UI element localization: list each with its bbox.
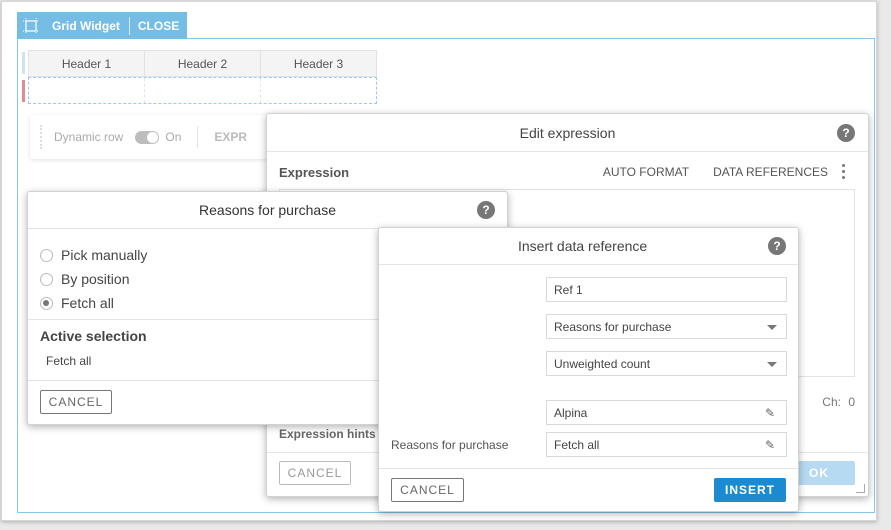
chevron-down-icon	[767, 362, 777, 367]
data-references-button[interactable]: DATA REFERENCES	[713, 165, 828, 179]
expr-button[interactable]: EXPR	[214, 130, 247, 144]
option-label: Pick manually	[61, 247, 148, 263]
cancel-button[interactable]: CANCEL	[279, 461, 351, 485]
expression-label: Expression	[279, 165, 350, 180]
grid-header-cell[interactable]: Header 1	[29, 51, 145, 76]
grid-header-cell[interactable]: Header 2	[145, 51, 261, 76]
drag-handle[interactable]	[40, 125, 42, 149]
active-selection-title: Active selection	[40, 328, 147, 344]
metric-select-value: Unweighted count	[554, 356, 651, 371]
widget-title: Grid Widget	[52, 18, 120, 33]
reference-name-input[interactable]: Ref 1	[546, 277, 787, 302]
char-counter-value: 0	[848, 395, 855, 409]
edit-expression-header: Edit expression ?	[267, 114, 868, 152]
insert-reference-header: Insert data reference ?	[379, 228, 798, 265]
filter-value: Fetch all	[554, 437, 600, 452]
expression-hints-label[interactable]: Expression hints	[279, 427, 376, 441]
tab-divider	[128, 16, 130, 35]
radio-button[interactable]	[40, 248, 53, 262]
option-label: Fetch all	[61, 295, 114, 311]
grid-cell[interactable]	[145, 78, 261, 103]
close-widget-button[interactable]: CLOSE	[138, 19, 179, 33]
grid-header-cell[interactable]: Header 3	[261, 51, 376, 76]
resize-handle[interactable]	[856, 484, 865, 493]
auto-format-button[interactable]: AUTO FORMAT	[603, 165, 689, 179]
help-icon[interactable]: ?	[477, 201, 495, 219]
insert-reference-title: Insert data reference	[518, 238, 648, 254]
help-icon[interactable]: ?	[768, 237, 786, 255]
filter-field[interactable]: Alpina ✎	[546, 400, 787, 425]
radio-button[interactable]	[40, 272, 53, 286]
char-counter: Ch: 0	[822, 395, 855, 409]
grid-dynamic-row[interactable]	[28, 77, 377, 104]
more-options-icon[interactable]	[842, 164, 846, 182]
toggle-state-label: On	[165, 130, 182, 144]
data-row-marker[interactable]	[22, 80, 25, 102]
toolbar-divider	[197, 126, 199, 148]
cancel-button[interactable]: CANCEL	[391, 478, 464, 502]
char-counter-label: Ch:	[822, 395, 841, 409]
app-canvas: Grid Widget CLOSE Header 1 Header 2 Head…	[0, 0, 891, 530]
pencil-icon[interactable]: ✎	[765, 438, 775, 452]
insert-button[interactable]: INSERT	[714, 478, 786, 502]
grid-table: Header 1 Header 2 Header 3	[28, 50, 377, 104]
header-row-marker	[22, 52, 25, 74]
radio-button-selected[interactable]	[40, 296, 53, 310]
grid-cell[interactable]	[261, 78, 376, 103]
filter-value: Alpina	[554, 405, 588, 420]
widget-tab: Grid Widget CLOSE	[17, 12, 187, 39]
pencil-icon[interactable]: ✎	[765, 406, 775, 420]
insert-reference-footer: CANCEL INSERT	[379, 468, 798, 511]
reasons-filter-field[interactable]: Fetch all ✎	[546, 432, 787, 457]
grid-header-row: Header 1 Header 2 Header 3	[28, 50, 377, 77]
dynamic-row-toggle[interactable]	[135, 130, 160, 144]
reasons-header: Reasons for purchase ?	[28, 192, 507, 229]
edit-expression-title: Edit expression	[519, 124, 616, 141]
filter-label: Reasons for purchase	[391, 438, 509, 452]
dynamic-row-label: Dynamic row	[54, 130, 124, 144]
variable-select[interactable]: Reasons for purchase	[546, 314, 787, 339]
grid-widget-icon	[19, 12, 43, 39]
metric-select[interactable]: Unweighted count	[546, 351, 787, 376]
insert-data-reference-dialog: Insert data reference ? Ref 1 Reasons fo…	[378, 227, 799, 512]
variable-select-value: Reasons for purchase	[554, 319, 672, 334]
reasons-title: Reasons for purchase	[199, 202, 336, 218]
help-icon[interactable]: ?	[837, 124, 855, 142]
cancel-button[interactable]: CANCEL	[40, 390, 112, 414]
expression-actions: AUTO FORMAT DATA REFERENCES	[603, 165, 828, 179]
grid-cell[interactable]	[29, 78, 145, 103]
option-label: By position	[61, 271, 130, 287]
chevron-down-icon	[767, 325, 777, 330]
active-selection-value: Fetch all	[46, 354, 92, 368]
